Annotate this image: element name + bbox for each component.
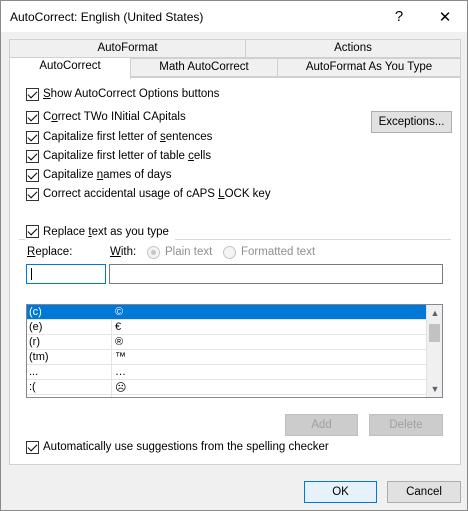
tab-autoformat-as-you-type[interactable]: AutoFormat As You Type [277,58,461,77]
help-button[interactable]: ? [379,1,419,32]
tab-math-autocorrect[interactable]: Math AutoCorrect [130,58,278,77]
cancel-button[interactable]: Cancel [387,481,461,503]
capitalize-table-cells-label: Capitalize first letter of table cells [43,150,212,162]
spelling-suggestions-checkbox[interactable] [26,441,39,454]
show-options-label: Show AutoCorrect Options buttons [43,88,220,100]
capitalize-sentences-checkbox[interactable] [26,131,39,144]
scroll-down-icon[interactable]: ▼ [430,384,440,394]
show-options-checkbox[interactable] [26,88,39,101]
list-item[interactable]: :(☹ [27,380,427,395]
replace-as-you-type-checkbox[interactable] [26,225,39,238]
autocorrect-entries-list[interactable]: (c) © (e) € (r) ® (tm) ™ ...… :(☹ ▲ ▼ [26,304,443,398]
formatted-text-label: Formatted text [241,246,316,258]
capitalize-days-label: Capitalize names of days [43,169,172,181]
capitalize-days-checkbox[interactable] [26,169,39,182]
title-bar: AutoCorrect: English (United States) ? ✕ [1,1,467,32]
spelling-suggestions-label: Automatically use suggestions from the s… [43,441,329,453]
plain-text-label: Plain text [165,246,213,258]
two-initial-caps-checkbox[interactable] [26,111,39,124]
scroll-up-icon[interactable]: ▲ [430,308,440,318]
list-item[interactable]: (c) © [27,305,427,320]
replace-input[interactable] [26,264,106,284]
plain-text-radio[interactable] [147,246,160,259]
list-scrollbar[interactable]: ▲ ▼ [426,305,442,397]
scrollbar-thumb[interactable] [429,324,440,342]
capitalize-sentences-label: Capitalize first letter of sentences [43,131,213,143]
capitalize-table-cells-checkbox[interactable] [26,150,39,163]
formatted-text-radio[interactable] [223,246,236,259]
close-button[interactable]: ✕ [425,1,465,32]
with-input[interactable] [109,264,443,284]
text-caret [31,268,32,280]
replace-label: Replace: [27,246,73,258]
list-item[interactable]: (e) € [27,320,427,335]
window-title: AutoCorrect: English (United States) [10,10,204,24]
two-initial-caps-label: Correct TWo INitial CApitals [43,111,186,123]
tab-actions[interactable]: Actions [245,39,461,58]
ok-button[interactable]: OK [304,481,377,503]
tab-autoformat[interactable]: AutoFormat [9,39,246,58]
tab-autocorrect[interactable]: AutoCorrect [9,57,131,79]
caps-lock-checkbox[interactable] [26,188,39,201]
list-item[interactable]: (r) ® [27,335,427,350]
replace-as-you-type-label: Replace text as you type [43,226,169,238]
autocorrect-dialog: AutoCorrect: English (United States) ? ✕… [0,0,468,511]
add-button[interactable]: Add [285,414,358,436]
exceptions-button[interactable]: Exceptions... [371,111,452,133]
caps-lock-label: Correct accidental usage of cAPS LOCK ke… [43,188,271,200]
list-item[interactable]: (tm) ™ [27,350,427,365]
delete-button[interactable]: Delete [369,414,443,436]
list-item[interactable]: ...… [27,365,427,380]
with-label: With: [110,246,137,258]
